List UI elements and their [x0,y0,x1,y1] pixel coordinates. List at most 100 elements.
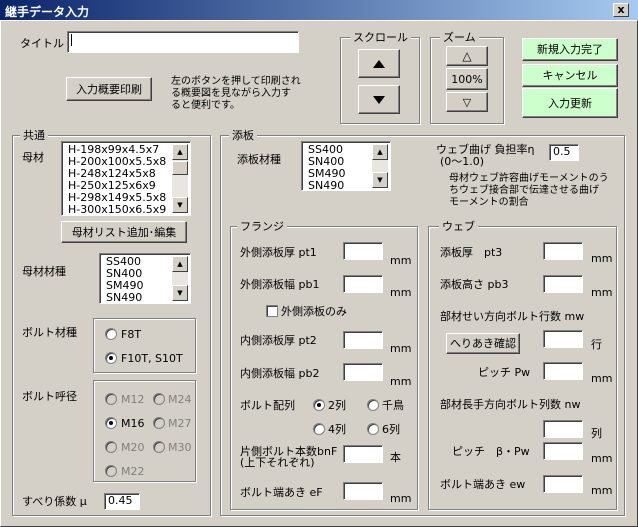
bolt-size-radio-m16[interactable] [105,417,117,429]
bolt-material-option-f10t: F10T, S10T [121,352,183,365]
text-cursor [71,34,72,46]
title-input[interactable] [67,31,299,53]
title-label: タイトル [20,37,64,50]
base-material-label: 母材材種 [22,265,66,278]
scroll-up-icon[interactable]: ▲ [172,256,188,272]
web-edge-input[interactable] [543,475,583,493]
web-height-input[interactable] [543,275,583,293]
plate-material-label: 添板材種 [237,153,281,166]
base-label: 母材 [22,151,44,164]
pitch-pw-input[interactable] [543,362,583,380]
cancel-button[interactable]: キャンセル [522,64,618,87]
unit-mm: mm [591,484,613,497]
title-bar: 継手データ入力 x [0,0,638,20]
print-summary-button[interactable]: 入力概要印刷 [66,77,152,101]
slip-coefficient-label: すべり係数 μ [22,495,87,508]
web-thickness-input[interactable] [543,242,583,260]
unit-mm: mm [591,452,613,465]
web-cols-input[interactable] [543,420,583,438]
bolt-size-radio-m30[interactable] [153,441,165,453]
bolt-size-option-m30: M30 [168,441,192,454]
web-ratio-range: (0～1.0) [440,155,485,168]
triangle-up-icon: △ [462,48,472,63]
scroll-up-icon[interactable]: ▲ [372,144,388,160]
scroll-thumb[interactable] [172,161,188,175]
zoom-level-button[interactable]: 100% [446,68,488,90]
flange-inner-thickness-input[interactable] [343,331,383,349]
bolt-size-radio-m24[interactable] [153,393,165,405]
common-group-title: 共通 [20,129,48,142]
print-hint: 左のボタンを押して印刷され る概要図を見ながら入力す ると便利です。 [171,76,301,111]
update-button[interactable]: 入力更新 [522,88,618,118]
bolt-size-radio-m27[interactable] [153,417,165,429]
unit-mm: mm [390,342,412,355]
base-list-edit-button[interactable]: 母材リスト追加･編集 [61,221,187,243]
edge-check-button[interactable]: へりあき確認 [446,333,520,354]
base-list-scrollbar[interactable]: ▲ ▼ [172,144,188,213]
slip-coefficient-input[interactable]: 0.45 [104,493,140,510]
scroll-down-icon[interactable]: ▼ [372,172,388,188]
web-group-title: ウェブ [439,220,478,233]
bolt-count-input[interactable] [343,445,383,463]
scroll-down-icon[interactable]: ▼ [172,197,188,213]
bolt-size-label: ボルト呼径 [22,390,77,403]
unit-mm: mm [390,286,412,299]
flange-inner-width-input[interactable] [343,363,383,381]
flange-outer-thickness-input[interactable] [343,242,383,260]
layout-option-staggered: 千鳥 [382,399,404,412]
plate-material-list[interactable]: SS400 SN400 SM490 SN490 ▲ ▼ [301,141,391,191]
outer-only-label: 外側添板のみ [281,305,347,318]
pitch-beta-input[interactable] [543,442,583,460]
layout-option-2: 2列 [328,399,346,412]
bolt-size-option-m12: M12 [121,393,145,406]
arrow-up-icon [373,59,385,68]
unit-cols: 列 [591,427,602,440]
flange-inner-thickness-label: 内側添板厚 pt2 [240,334,317,347]
bolt-size-option-m20: M20 [121,441,145,454]
unit-mm: mm [390,254,412,267]
unit-mm: mm [390,492,412,505]
zoom-out-button[interactable]: ▽ [446,92,488,112]
web-height-label: 添板高さ pb3 [440,278,509,291]
close-icon: x [617,3,625,16]
web-ratio-input[interactable]: 0.5 [549,144,579,161]
bolt-material-radio-f10t[interactable] [105,352,117,364]
bolt-size-radio-m22[interactable] [105,465,117,477]
web-rows-input[interactable] [543,330,583,348]
zoom-in-button[interactable]: △ [446,46,488,66]
scroll-down-icon[interactable]: ▼ [172,285,188,301]
bolt-size-radio-m20[interactable] [105,441,117,453]
layout-radio-staggered[interactable] [367,399,379,411]
base-material-list[interactable]: SS400 SN400 SM490 SN490 ▲ ▼ [99,253,191,304]
bolt-material-radio-f8t[interactable] [105,328,117,340]
pitch-beta-label: ピッチ β・Pw [452,445,530,458]
triangle-down-icon: ▽ [462,95,472,109]
unit-mm: mm [591,372,613,385]
layout-radio-2[interactable] [313,399,325,411]
bolt-size-radio-m12[interactable] [105,393,117,405]
base-list[interactable]: H-198x99x4.5x7 H-200x100x5.5x8 H-248x124… [61,141,191,216]
bolt-layout-label: ボルト配列 [240,399,295,412]
flange-outer-width-input[interactable] [343,275,383,293]
layout-radio-4[interactable] [313,423,325,435]
scroll-up-button[interactable] [358,49,400,78]
new-entry-complete-button[interactable]: 新規入力完了 [522,38,618,61]
flange-edge-input[interactable] [343,482,383,500]
list-item[interactable]: H-300x150x6.5x9 [64,204,172,216]
list-item[interactable]: SN490 [102,292,172,304]
outer-only-checkbox[interactable] [266,305,278,317]
web-cols-label: 部材長手方向ボルト列数 nw [440,398,581,411]
plate-material-scrollbar[interactable]: ▲ ▼ [372,144,388,188]
bolt-material-label: ボルト材種 [22,326,77,339]
bolt-size-option-m27: M27 [168,417,192,430]
list-item[interactable]: SN490 [304,180,372,191]
unit-mm: mm [591,286,613,299]
base-material-scrollbar[interactable]: ▲ ▼ [172,256,188,301]
flange-outer-width-label: 外側添板幅 pb1 [240,278,320,291]
scroll-up-icon[interactable]: ▲ [172,144,188,160]
layout-radio-6[interactable] [367,423,379,435]
close-button[interactable]: x [613,3,629,17]
window-title: 継手データ入力 [5,5,90,19]
scroll-down-button[interactable] [358,85,400,114]
flange-group-title: フランジ [237,220,287,233]
